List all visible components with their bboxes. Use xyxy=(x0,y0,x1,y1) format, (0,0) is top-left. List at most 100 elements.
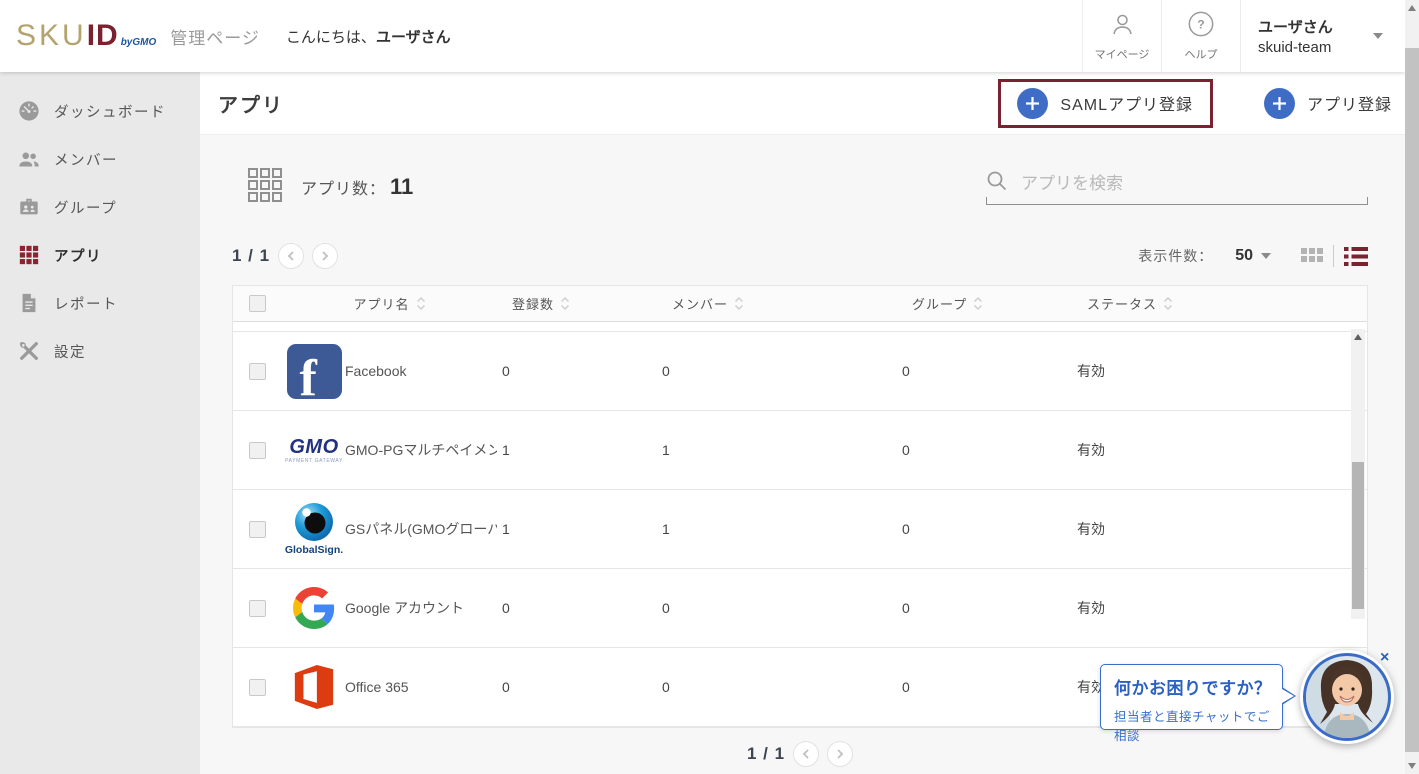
groups-count: 0 xyxy=(897,363,1072,379)
app-name: Google アカウント xyxy=(345,598,497,618)
table-scrollbar[interactable] xyxy=(1351,329,1365,619)
sidebar-label-members: メンバー xyxy=(54,149,118,170)
sidebar-label-settings: 設定 xyxy=(54,341,86,362)
sort-icon[interactable] xyxy=(559,294,571,313)
gauge-icon xyxy=(17,100,41,122)
row-checkbox[interactable] xyxy=(249,442,266,459)
sidebar-item-groups[interactable]: グループ xyxy=(0,183,200,231)
table-row-gmo-pg[interactable]: GMO PAYMENT GATEWAY GMO-PGマルチペイメン... 1 1… xyxy=(233,411,1367,490)
status-value: 有効 xyxy=(1072,361,1367,381)
scroll-down-arrow-icon[interactable] xyxy=(1408,763,1416,769)
title-actions: SAMLアプリ登録 アプリ登録 xyxy=(998,79,1405,128)
table-row-facebook[interactable]: f Facebook 0 0 0 有効 xyxy=(233,332,1367,411)
help-button[interactable]: ? ヘルプ xyxy=(1161,0,1240,72)
scroll-up-arrow-icon[interactable] xyxy=(1408,5,1416,11)
admin-page-label: 管理ページ xyxy=(170,24,260,49)
saml-register-highlight-box: SAMLアプリ登録 xyxy=(998,79,1213,128)
chat-invite-bubble[interactable]: 何かお困りですか？ 担当者と直接チャットでご相談 xyxy=(1100,664,1283,730)
list-view-button-active[interactable] xyxy=(1344,247,1368,266)
table-scrollbar-thumb[interactable] xyxy=(1352,462,1364,609)
sort-icon[interactable] xyxy=(415,294,427,313)
group-card-icon xyxy=(17,196,41,218)
scroll-up-arrow-icon[interactable] xyxy=(1354,334,1362,340)
column-header-status[interactable]: ステータス xyxy=(1072,294,1367,313)
row-checkbox[interactable] xyxy=(249,521,266,538)
header-label: ステータス xyxy=(1087,294,1157,313)
registrations-count: 1 xyxy=(497,521,657,537)
office365-logo-icon xyxy=(283,664,345,710)
chevron-down-icon xyxy=(1373,33,1383,39)
sort-icon[interactable] xyxy=(972,294,984,313)
app-name: Office 365 xyxy=(345,679,497,695)
sort-icon[interactable] xyxy=(733,294,745,313)
page-size-value[interactable]: 50 xyxy=(1235,247,1253,265)
saml-register-button[interactable]: SAMLアプリ登録 xyxy=(1017,88,1193,119)
status-value: 有効 xyxy=(1072,598,1367,618)
app-count: アプリ数： 11 xyxy=(247,167,413,208)
groups-count: 0 xyxy=(897,679,1072,695)
members-count: 1 xyxy=(657,442,897,458)
plus-icon xyxy=(1264,88,1295,119)
skuid-logo[interactable]: SKUIDbyGMO xyxy=(16,19,156,53)
select-all-checkbox[interactable] xyxy=(249,295,266,312)
account-name: ユーザさん xyxy=(1258,16,1333,37)
sidebar-label-apps: アプリ xyxy=(54,245,102,266)
logo-sku-text: SKU xyxy=(16,19,87,53)
display-controls: 表示件数： 50 xyxy=(1138,245,1368,267)
report-icon xyxy=(17,292,41,314)
sidebar-item-dashboard[interactable]: ダッシュボード xyxy=(0,87,200,135)
divider xyxy=(1333,245,1334,267)
app-name: GSパネル(GMOグローバ... xyxy=(345,519,497,539)
status-value: 有効 xyxy=(1072,440,1367,460)
mypage-button[interactable]: マイページ xyxy=(1082,0,1161,72)
app-register-button[interactable]: アプリ登録 xyxy=(1264,88,1392,119)
apps-grid-icon xyxy=(17,244,41,266)
prev-page-button[interactable] xyxy=(278,243,304,269)
google-logo-icon xyxy=(283,587,345,629)
search-input[interactable] xyxy=(1021,174,1351,194)
search-icon xyxy=(986,170,1008,197)
next-page-button[interactable] xyxy=(827,741,853,767)
prev-page-button[interactable] xyxy=(793,741,819,767)
groups-count: 0 xyxy=(897,600,1072,616)
row-checkbox[interactable] xyxy=(249,679,266,696)
sidebar-item-members[interactable]: メンバー xyxy=(0,135,200,183)
header-label: 登録数 xyxy=(512,294,554,313)
members-count: 0 xyxy=(657,600,897,616)
sort-icon[interactable] xyxy=(1162,294,1174,313)
column-header-groups[interactable]: グループ xyxy=(897,294,1072,313)
page-indicator-bottom: 1 / 1 xyxy=(747,744,785,764)
column-header-app-name[interactable]: アプリ名 xyxy=(283,294,497,313)
next-page-button[interactable] xyxy=(312,243,338,269)
top-header: SKUIDbyGMO 管理ページ こんにちは、ユーザさん マイページ ? ヘルプ… xyxy=(0,0,1405,72)
saml-register-label: SAMLアプリ登録 xyxy=(1060,91,1193,115)
partially-scrolled-row xyxy=(233,322,1367,332)
help-label: ヘルプ xyxy=(1185,46,1218,62)
page-scrollbar-thumb[interactable] xyxy=(1405,48,1419,752)
chevron-down-icon[interactable] xyxy=(1261,253,1271,259)
table-row-google[interactable]: Google アカウント 0 0 0 有効 xyxy=(233,569,1367,648)
sidebar-item-apps[interactable]: アプリ xyxy=(0,231,200,279)
grid-view-button[interactable] xyxy=(1301,248,1323,264)
account-menu[interactable]: ユーザさん skuid-team xyxy=(1240,0,1405,72)
row-checkbox[interactable] xyxy=(249,363,266,380)
column-header-registrations[interactable]: 登録数 xyxy=(497,294,657,313)
registrations-count: 0 xyxy=(497,679,657,695)
members-count: 0 xyxy=(657,363,897,379)
table-row-globalsign[interactable]: GlobalSign. GSパネル(GMOグローバ... 1 1 0 有効 xyxy=(233,490,1367,569)
chat-close-button[interactable]: × xyxy=(1380,650,1389,666)
header-label: メンバー xyxy=(672,294,728,313)
gmo-pg-logo-icon: GMO PAYMENT GATEWAY xyxy=(283,437,345,464)
app-count-value: 11 xyxy=(390,174,413,200)
people-icon xyxy=(17,148,41,170)
logo-id-text: ID xyxy=(87,19,119,53)
column-header-members[interactable]: メンバー xyxy=(657,294,897,313)
members-count: 0 xyxy=(657,679,897,695)
sidebar-item-reports[interactable]: レポート xyxy=(0,279,200,327)
bubble-tail xyxy=(1282,689,1294,703)
page-scrollbar[interactable] xyxy=(1405,0,1419,774)
registrations-count: 1 xyxy=(497,442,657,458)
sidebar-item-settings[interactable]: 設定 xyxy=(0,327,200,375)
row-checkbox[interactable] xyxy=(249,600,266,617)
tools-icon xyxy=(17,340,41,362)
